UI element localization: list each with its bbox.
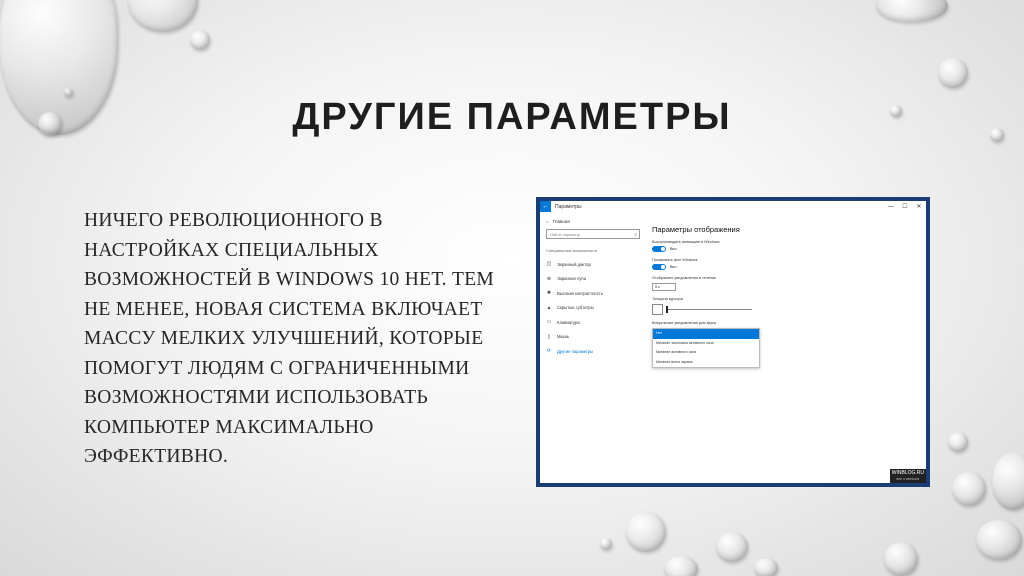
home-link[interactable]: ⌂ Главная	[546, 219, 646, 224]
water-drop-decoration	[626, 512, 666, 552]
animation-label: Воспроизводить анимацию в Windows	[652, 240, 720, 244]
sidebar-item-label: Скрытые субтитры	[557, 305, 594, 311]
dropdown-option[interactable]: Нет	[653, 329, 759, 339]
home-label: Главная	[552, 219, 570, 224]
water-drop-decoration	[976, 520, 1022, 560]
dropdown-option[interactable]: Мигание заголовка активного окна	[653, 339, 759, 349]
water-drop-decoration	[884, 542, 918, 576]
sidebar-item-label: Высокая контрастность	[557, 290, 603, 296]
water-drop-decoration	[190, 30, 210, 50]
cursor-preview	[652, 304, 663, 315]
sidebar-item-label: Экранная лупа	[557, 276, 587, 282]
background-state: Вкл.	[670, 265, 678, 269]
dropdown-option[interactable]: Мигание всего экрана	[653, 358, 759, 368]
maximize-button[interactable]: ☐	[898, 203, 912, 210]
water-drop-decoration	[948, 432, 968, 452]
background-toggle[interactable]	[652, 264, 666, 270]
sidebar-item-other-options[interactable]: ⟳ Другие параметры	[546, 344, 646, 359]
sidebar-item-captions[interactable]: ▲ Скрытые субтитры	[546, 301, 646, 316]
other-options-icon: ⟳	[546, 348, 552, 355]
close-button[interactable]: ✕	[912, 203, 926, 210]
slide-title: ДРУГИЕ ПАРАМЕТРЫ	[292, 96, 732, 138]
keyboard-icon: ▭	[546, 319, 552, 326]
window-title: Параметры	[555, 203, 582, 210]
mouse-icon: ▯	[547, 333, 551, 340]
back-arrow-icon[interactable]: ←	[540, 201, 551, 212]
sidebar-item-label: Другие параметры	[557, 348, 594, 354]
animation-state: Вкл.	[670, 247, 678, 251]
watermark-logo: WINBLOG.RU всё о windows	[889, 469, 926, 483]
sidebar-item-magnifier[interactable]: ⊕ Экранная лупа	[546, 272, 646, 287]
animation-toggle[interactable]	[652, 246, 666, 252]
slider-thumb[interactable]	[666, 306, 668, 313]
sidebar-item-narrator[interactable]: ◫ Экранный диктор	[546, 257, 646, 272]
sidebar-item-mouse[interactable]: ▯ Мышь	[546, 330, 646, 345]
visual-notifications-dropdown[interactable]: Нет Мигание заголовка активного окна Миг…	[652, 328, 760, 368]
page-title: Параметры отображения	[652, 225, 740, 234]
search-icon: ⚲	[634, 231, 637, 237]
narrator-icon: ◫	[546, 261, 552, 268]
minimize-button[interactable]: —	[884, 204, 898, 210]
settings-screenshot: ← Параметры — ☐ ✕ ⌂ Главная Найти параме…	[536, 197, 930, 487]
visual-notifications-label: Визуальные уведомления для звука	[652, 321, 716, 325]
sidebar-item-label: Мышь	[557, 334, 570, 340]
notification-duration-select[interactable]: 5 с	[652, 283, 676, 291]
sidebar-item-high-contrast[interactable]: ✺ Высокая контрастность	[546, 286, 646, 301]
water-drop-decoration	[600, 538, 612, 550]
settings-content: Параметры отображения Воспроизводить ани…	[652, 212, 926, 483]
sidebar-item-keyboard[interactable]: ▭ Клавиатура	[546, 315, 646, 330]
water-drop-decoration	[716, 532, 748, 562]
sidebar-category: Специальные возможности	[546, 248, 598, 253]
cursor-thickness-label: Толщина курсора	[652, 297, 683, 301]
captions-icon: ▲	[546, 304, 552, 311]
contrast-icon: ✺	[546, 290, 552, 297]
home-icon: ⌂	[546, 219, 549, 224]
slide-body-text: Ничего революционного в настройках специ…	[84, 210, 495, 467]
water-drop-decoration	[754, 558, 778, 576]
search-input[interactable]: Найти параметр ⚲	[546, 229, 640, 239]
background-label: Показывать фон Windows	[652, 258, 698, 262]
watermark-subtext: всё о windows	[896, 477, 920, 481]
water-drop-decoration	[938, 58, 968, 88]
cursor-thickness-slider[interactable]	[666, 306, 752, 313]
dropdown-option[interactable]: Мигание активного окна	[653, 348, 759, 358]
notification-duration-label: Отображать уведомления в течение	[652, 276, 717, 280]
search-placeholder: Найти параметр	[550, 231, 581, 237]
water-drop-decoration	[992, 452, 1024, 510]
water-drop-decoration	[128, 0, 198, 32]
settings-window: ← Параметры — ☐ ✕ ⌂ Главная Найти параме…	[540, 201, 926, 483]
water-drop-decoration	[664, 556, 698, 576]
settings-sidebar: ⌂ Главная Найти параметр ⚲ Специальные в…	[540, 212, 646, 483]
magnifier-icon: ⊕	[546, 275, 552, 282]
sidebar-item-label: Клавиатура	[557, 319, 580, 325]
water-drop-decoration	[952, 472, 986, 506]
sidebar-item-label: Экранный диктор	[557, 261, 591, 267]
title-bar: ← Параметры — ☐ ✕	[540, 201, 926, 212]
water-drop-decoration	[876, 0, 948, 22]
